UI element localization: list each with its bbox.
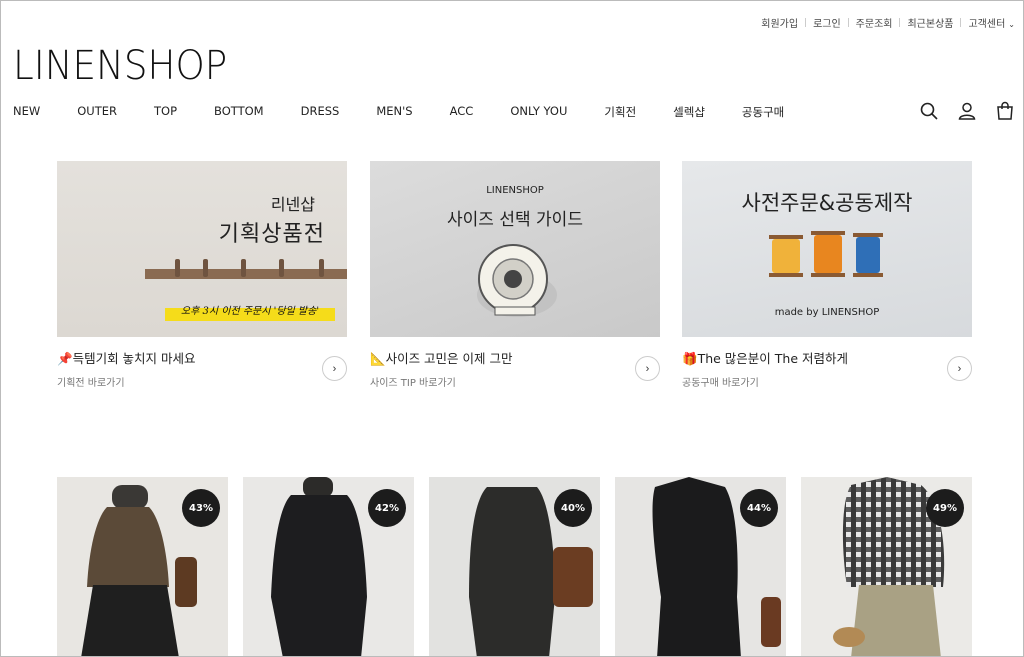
- nav-item-only-you[interactable]: ONLY YOU: [510, 104, 567, 120]
- product-image[interactable]: 40%: [429, 477, 600, 656]
- pin-icon: 📌: [57, 351, 73, 366]
- banner-image-note: 오후 3시 이전 주문시 '당일 발송': [180, 306, 320, 317]
- login-link[interactable]: 로그인: [806, 15, 848, 30]
- banner-title: 📌득템기회 놓치지 마세요: [57, 348, 347, 366]
- product-card[interactable]: 44%: [615, 477, 786, 656]
- discount-badge: 40%: [554, 489, 592, 527]
- discount-badge: 49%: [926, 489, 964, 527]
- utility-nav: 회원가입 로그인 주문조회 최근본상품 고객센터 ⌄: [754, 15, 1015, 30]
- banner-title-text: The 많은분이 The 저렴하게: [697, 351, 848, 366]
- banner-size-guide[interactable]: LINENSHOP 사이즈 선택 가이드 📐사이즈 고민은 이제 그만 사이즈 …: [370, 161, 660, 389]
- banner-subtitle[interactable]: 사이즈 TIP 바로가기: [370, 374, 660, 389]
- nav-item-select-shop[interactable]: 셀렉샵: [673, 104, 705, 120]
- product-card[interactable]: 40%: [429, 477, 600, 656]
- banner-image-small-text: made by LINENSHOP: [774, 307, 880, 318]
- page-frame: 회원가입 로그인 주문조회 최근본상품 고객센터 ⌄ LINENSHOP NEW …: [0, 0, 1024, 657]
- product-card[interactable]: 43%: [57, 477, 228, 656]
- rail-peg: [203, 259, 208, 277]
- main-nav: NEW OUTER TOP BOTTOM DRESS MEN'S ACC ONL…: [13, 104, 821, 120]
- banner-image[interactable]: LINENSHOP 사이즈 선택 가이드: [370, 161, 660, 337]
- user-icon[interactable]: [957, 101, 977, 121]
- customer-center-label: 고객센터: [968, 19, 1006, 30]
- banner-image-small-text: 리넨샵: [270, 195, 315, 214]
- search-icon[interactable]: [919, 101, 939, 121]
- chevron-right-icon[interactable]: ›: [322, 356, 347, 381]
- recently-viewed-link[interactable]: 최근본상품: [900, 15, 960, 30]
- rail-peg: [319, 259, 324, 277]
- discount-badge: 42%: [368, 489, 406, 527]
- product-card[interactable]: 49%: [801, 477, 972, 656]
- banner-group-buy[interactable]: 사전주문&공동제작 made by LINENSHOP 🎁The 많은분이 Th…: [682, 161, 972, 389]
- nav-item-bottom[interactable]: BOTTOM: [214, 104, 264, 120]
- nav-item-outer[interactable]: OUTER: [77, 104, 117, 120]
- banner-image[interactable]: 리넨샵 기획상품전 오후 3시 이전 주문시 '당일 발송': [57, 161, 347, 337]
- banner-image-heading: 사이즈 선택 가이드: [447, 210, 583, 230]
- nav-item-new[interactable]: NEW: [13, 104, 40, 120]
- banner-image-small-text: LINENSHOP: [486, 185, 544, 196]
- nav-item-exhibition[interactable]: 기획전: [604, 104, 636, 120]
- product-card[interactable]: 42%: [243, 477, 414, 656]
- chevron-right-icon[interactable]: ›: [635, 356, 660, 381]
- nav-item-dress[interactable]: DRESS: [301, 104, 340, 120]
- product-image[interactable]: 44%: [615, 477, 786, 656]
- gift-icon: 🎁: [682, 351, 698, 366]
- product-image[interactable]: 49%: [801, 477, 972, 656]
- discount-badge: 44%: [740, 489, 778, 527]
- chevron-down-icon: ⌄: [1008, 20, 1015, 29]
- banner-title-text: 득템기회 놓치지 마세요: [72, 351, 196, 366]
- customer-center-dropdown[interactable]: 고객센터 ⌄: [961, 15, 1015, 30]
- discount-badge: 43%: [182, 489, 220, 527]
- ruler-icon: 📐: [370, 351, 386, 366]
- banner-title-text: 사이즈 고민은 이제 그만: [385, 351, 513, 366]
- banner-subtitle[interactable]: 공동구매 바로가기: [682, 374, 972, 389]
- order-lookup-link[interactable]: 주문조회: [849, 15, 900, 30]
- banner-title: 🎁The 많은분이 The 저렴하게: [682, 348, 972, 366]
- signup-link[interactable]: 회원가입: [754, 15, 805, 30]
- cart-icon[interactable]: [995, 101, 1015, 121]
- banner-title: 📐사이즈 고민은 이제 그만: [370, 348, 660, 366]
- nav-item-acc[interactable]: ACC: [450, 104, 474, 120]
- banner-exhibition[interactable]: 리넨샵 기획상품전 오후 3시 이전 주문시 '당일 발송' 📌득템기회 놓치지…: [57, 161, 347, 389]
- banner-image-heading: 사전주문&공동제작: [741, 191, 913, 215]
- nav-item-top[interactable]: TOP: [154, 104, 177, 120]
- nav-item-group-buy[interactable]: 공동구매: [742, 104, 784, 120]
- banner-image-heading: 기획상품전: [218, 222, 325, 247]
- banner-image[interactable]: 사전주문&공동제작 made by LINENSHOP: [682, 161, 972, 337]
- rail-peg: [175, 259, 180, 277]
- nav-item-mens[interactable]: MEN'S: [376, 104, 412, 120]
- tape-measure-icon: [477, 244, 557, 317]
- product-image[interactable]: 43%: [57, 477, 228, 656]
- rail-peg: [241, 259, 246, 277]
- chevron-right-icon[interactable]: ›: [947, 356, 972, 381]
- rail-peg: [279, 259, 284, 277]
- thread-spools-icon: [769, 231, 883, 277]
- header-icons: [919, 101, 1015, 121]
- site-logo[interactable]: LINENSHOP: [13, 43, 227, 89]
- banner-subtitle[interactable]: 기획전 바로가기: [57, 374, 347, 389]
- product-image[interactable]: 42%: [243, 477, 414, 656]
